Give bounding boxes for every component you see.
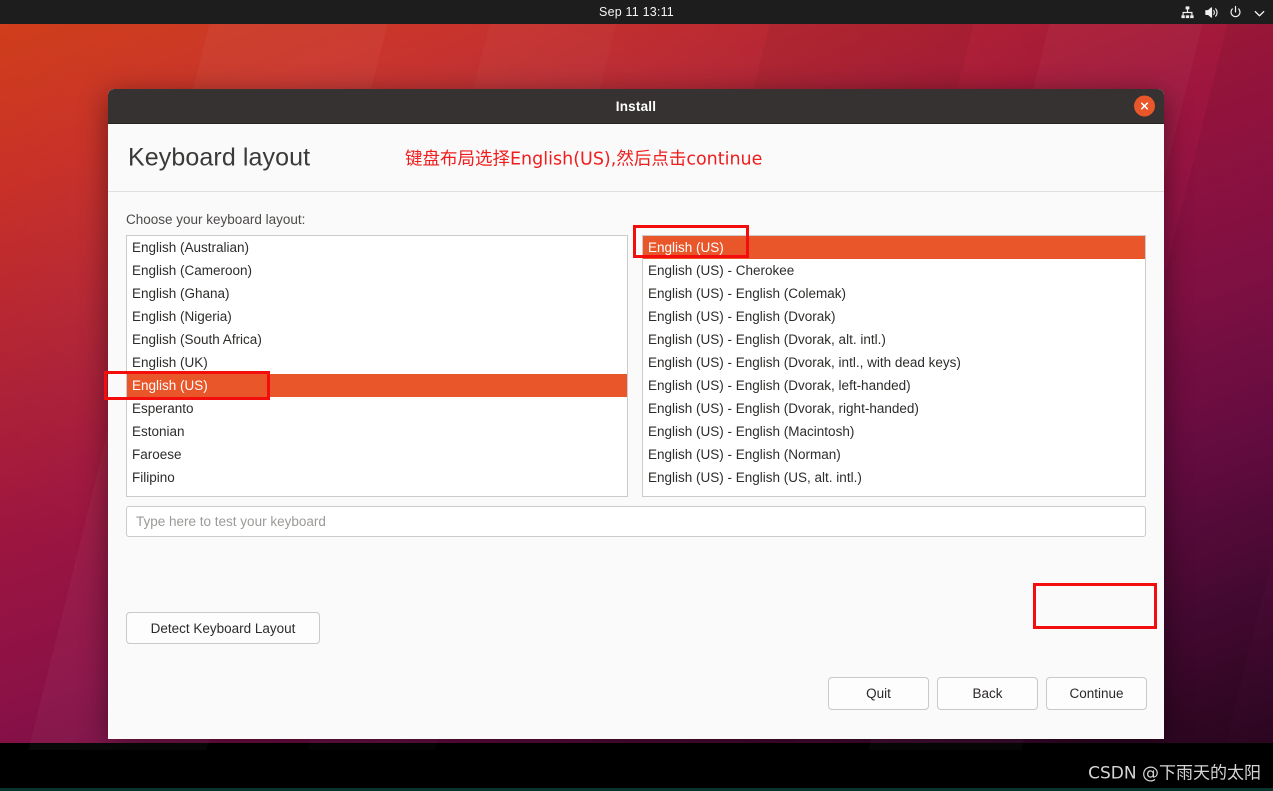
close-icon (1140, 102, 1149, 110)
keyboard-variant-item[interactable]: English (US) (643, 236, 1145, 259)
keyboard-variant-item[interactable]: English (US) - Cherokee (643, 259, 1145, 282)
keyboard-language-item[interactable]: Filipino (127, 466, 627, 489)
desktop: Sep 11 13:11 Install Keyboard layout 键盘布… (0, 0, 1273, 791)
keyboard-language-item[interactable]: English (US) (127, 374, 627, 397)
volume-icon[interactable] (1204, 5, 1219, 20)
keyboard-variant-item[interactable]: English (US) - English (Macintosh) (643, 420, 1145, 443)
keyboard-language-item[interactable]: English (Cameroon) (127, 259, 627, 282)
keyboard-language-item[interactable]: English (UK) (127, 351, 627, 374)
choose-layout-label: Choose your keyboard layout: (126, 212, 306, 227)
keyboard-variant-item[interactable]: English (US) - English (US, alt. intl.) (643, 466, 1145, 489)
page-title: Keyboard layout (128, 143, 311, 171)
page-body: Choose your keyboard layout: English (Au… (108, 192, 1164, 739)
keyboard-language-item[interactable]: English (Ghana) (127, 282, 627, 305)
network-icon[interactable] (1180, 5, 1195, 20)
keyboard-variant-item[interactable]: English (US) - English (Dvorak, intl., w… (643, 351, 1145, 374)
keyboard-test-input[interactable] (126, 506, 1146, 537)
power-icon[interactable] (1228, 5, 1243, 20)
keyboard-language-list[interactable]: English (Australian) English (Cameroon) En… (126, 235, 628, 497)
close-button[interactable] (1134, 95, 1155, 117)
window-titlebar: Install (108, 89, 1164, 124)
keyboard-variant-item[interactable]: English (US) - English (Dvorak, right-ha… (643, 397, 1145, 420)
keyboard-language-item[interactable]: English (South Africa) (127, 328, 627, 351)
back-button[interactable]: Back (937, 677, 1038, 710)
keyboard-variant-item[interactable]: English (US) - English (Colemak) (643, 282, 1145, 305)
keyboard-variant-item[interactable]: English (US) - English (Dvorak, alt. int… (643, 328, 1145, 351)
panel-clock[interactable]: Sep 11 13:11 (0, 0, 1273, 24)
keyboard-language-item[interactable]: English (Australian) (127, 236, 627, 259)
quit-button[interactable]: Quit (828, 677, 929, 710)
keyboard-variant-list[interactable]: English (US) English (US) - Cherokee Engli… (642, 235, 1146, 497)
chevron-down-icon[interactable] (1252, 6, 1265, 19)
footer-button-group: Quit Back Continue (828, 677, 1147, 710)
page-header: Keyboard layout 键盘布局选择English(US),然后点击co… (108, 124, 1164, 192)
detect-keyboard-layout-button[interactable]: Detect Keyboard Layout (126, 612, 320, 644)
keyboard-variant-item[interactable]: English (US) - English (Dvorak) (643, 305, 1145, 328)
keyboard-language-item[interactable]: Estonian (127, 420, 627, 443)
panel-status-area[interactable] (1180, 0, 1265, 24)
keyboard-language-item[interactable]: Faroese (127, 443, 627, 466)
annotation-note: 键盘布局选择English(US),然后点击continue (405, 149, 763, 169)
window-title: Install (615, 98, 657, 114)
bottom-bar: CSDN @下雨天的太阳 (0, 750, 1273, 791)
keyboard-variant-item[interactable]: English (US) - English (Norman) (643, 443, 1145, 466)
keyboard-variant-item[interactable]: English (US) - English (Dvorak, left-han… (643, 374, 1145, 397)
keyboard-language-item[interactable]: Esperanto (127, 397, 627, 420)
install-window: Install Keyboard layout 键盘布局选择English(US… (108, 89, 1164, 739)
keyboard-language-item[interactable]: English (Nigeria) (127, 305, 627, 328)
watermark: CSDN @下雨天的太阳 (1088, 763, 1261, 783)
top-panel: Sep 11 13:11 (0, 0, 1273, 24)
continue-button[interactable]: Continue (1046, 677, 1147, 710)
